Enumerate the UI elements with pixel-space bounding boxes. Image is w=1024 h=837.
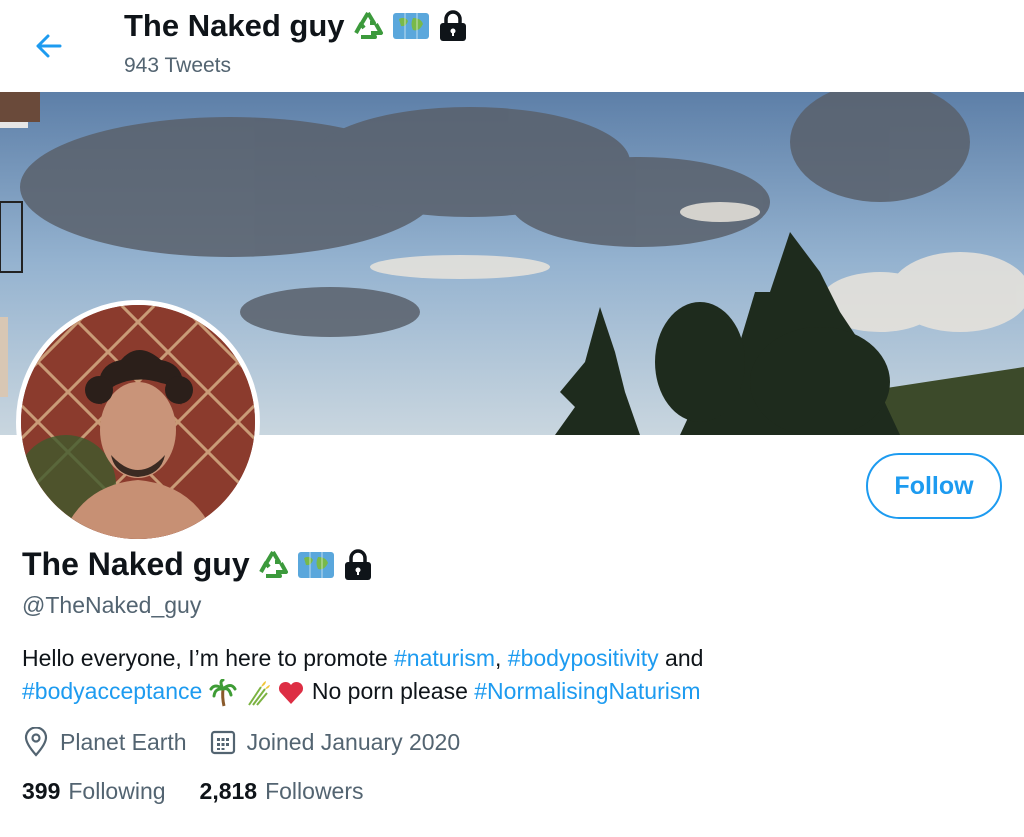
hashtag-link[interactable]: #bodyacceptance xyxy=(22,678,202,704)
follow-button[interactable]: Follow xyxy=(866,453,1002,519)
following-link[interactable]: 399 Following xyxy=(22,778,166,805)
hashtag-link[interactable]: #NormalisingNaturism xyxy=(474,678,700,704)
bio-text: and xyxy=(658,645,704,671)
followers-label: Followers xyxy=(265,778,364,804)
red-heart-icon xyxy=(279,681,304,704)
arrow-left-icon xyxy=(36,34,62,58)
world-map-icon xyxy=(297,551,334,578)
tweet-count: 943 Tweets xyxy=(124,54,232,77)
joined-text: Joined January 2020 xyxy=(246,728,461,755)
header-title: The Naked guy xyxy=(124,8,345,43)
bio-text: Hello everyone, I’m here to promote xyxy=(22,645,395,671)
location-item: Planet Earth xyxy=(22,727,187,757)
user-handle: @TheNaked_guy xyxy=(22,592,202,618)
sheaf-of-rice-icon xyxy=(248,680,271,706)
top-bar: The Naked guy 943 Tweets xyxy=(0,0,1024,92)
hashtag-link[interactable]: #bodypositivity xyxy=(508,645,659,671)
recycle-icon xyxy=(353,11,383,39)
calendar-icon xyxy=(210,730,235,755)
bio-text: , xyxy=(495,645,508,671)
header-title-row: The Naked guy xyxy=(124,8,469,44)
bio-text: No porn please xyxy=(305,678,475,704)
avatar[interactable] xyxy=(16,300,260,544)
hashtag-link[interactable]: #naturism xyxy=(394,645,495,671)
followers-link[interactable]: 2,818 Followers xyxy=(200,778,364,805)
profile-meta: Planet Earth Joined January 2020 xyxy=(22,727,482,757)
following-count: 399 xyxy=(22,778,61,804)
location-pin-icon xyxy=(24,727,48,757)
palm-tree-icon xyxy=(209,678,237,707)
padlock-icon xyxy=(439,10,466,41)
back-button[interactable] xyxy=(30,28,66,64)
follow-counts: 399 Following 2,818 Followers xyxy=(22,778,364,805)
following-label: Following xyxy=(68,778,166,804)
followers-count: 2,818 xyxy=(199,778,258,804)
recycle-icon xyxy=(258,550,288,578)
display-name-row: The Naked guy xyxy=(22,546,374,583)
profile-bio: Hello everyone, I’m here to promote #nat… xyxy=(22,642,982,708)
avatar-image xyxy=(21,305,255,539)
location-text: Planet Earth xyxy=(60,728,187,755)
joined-item: Joined January 2020 xyxy=(209,728,461,756)
world-map-icon xyxy=(392,13,429,39)
padlock-icon xyxy=(344,548,371,580)
display-name: The Naked guy xyxy=(22,546,250,582)
